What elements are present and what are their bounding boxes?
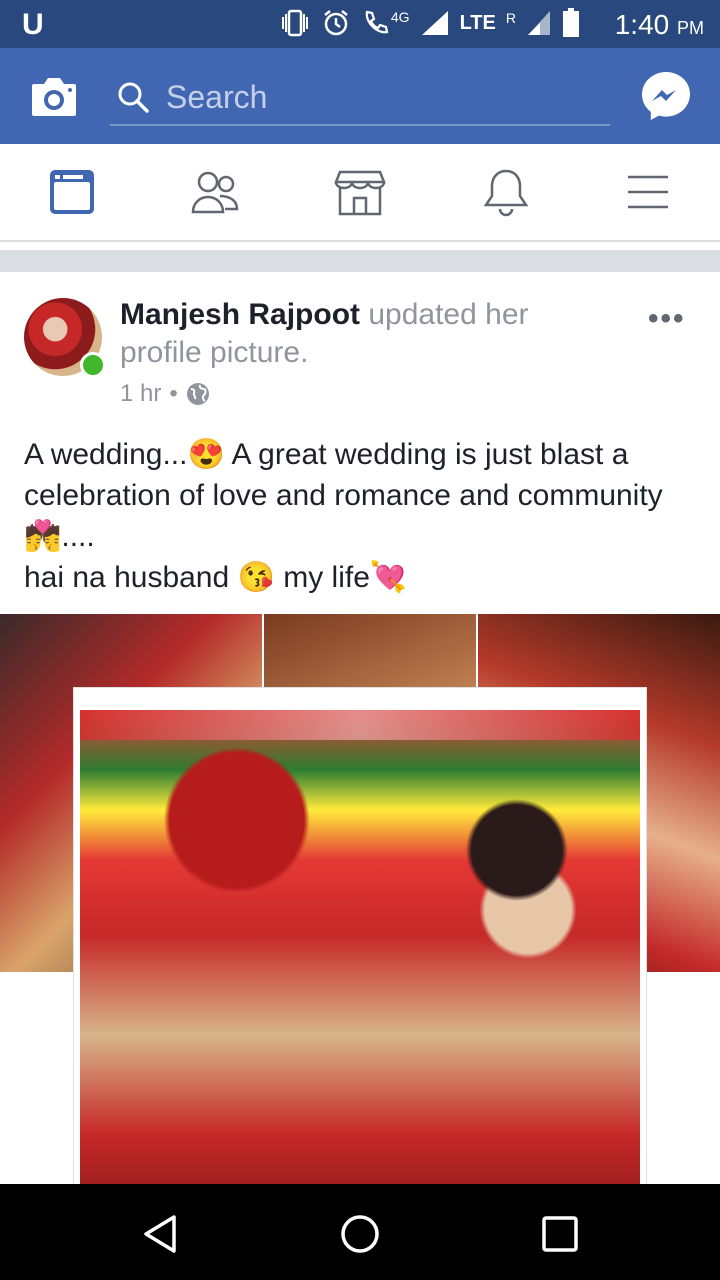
author-name[interactable]: Manjesh Rajpoot bbox=[120, 298, 360, 331]
globe-icon bbox=[186, 383, 209, 405]
post-text-line-1: A wedding...😍 A great wedding is just bl… bbox=[24, 438, 663, 553]
marketplace-icon bbox=[334, 170, 386, 216]
search-input[interactable] bbox=[164, 78, 588, 116]
clock-ampm: PM bbox=[677, 18, 704, 38]
news-feed-icon bbox=[50, 170, 94, 214]
profile-picture-photo bbox=[80, 710, 640, 1184]
status-icons: 4G LTE R bbox=[279, 8, 580, 38]
tab-bar bbox=[0, 144, 720, 242]
recents-button[interactable] bbox=[536, 1210, 584, 1258]
tab-notifications[interactable] bbox=[478, 166, 534, 218]
post-text-line-2: hai na husband 😘 my life💘 bbox=[24, 561, 408, 594]
vibrate-icon bbox=[281, 9, 308, 37]
back-icon bbox=[144, 1215, 176, 1253]
home-icon bbox=[341, 1215, 379, 1253]
hamburger-menu-icon bbox=[628, 175, 668, 209]
status-bar: U 4G LTE R 1:40 PM bbox=[0, 0, 720, 48]
tab-news-feed[interactable] bbox=[44, 166, 100, 218]
post-header: Manjesh Rajpoot updated her profile pict… bbox=[120, 296, 600, 372]
lte-label: LTE bbox=[459, 11, 496, 34]
bell-icon bbox=[483, 169, 529, 217]
post-body: A wedding...😍 A great wedding is just bl… bbox=[24, 434, 704, 598]
tab-marketplace[interactable] bbox=[332, 166, 388, 218]
app-header bbox=[0, 48, 720, 144]
search-icon bbox=[118, 82, 149, 113]
post-time[interactable]: 1 hr bbox=[120, 380, 161, 408]
back-button[interactable] bbox=[136, 1210, 184, 1258]
battery-icon bbox=[563, 8, 579, 37]
meta-separator: • bbox=[169, 380, 178, 407]
search-bar[interactable] bbox=[110, 70, 610, 126]
feed-post: Manjesh Rajpoot updated her profile pict… bbox=[0, 272, 720, 1184]
profile-picture-frame[interactable] bbox=[74, 688, 646, 1184]
tab-friends[interactable] bbox=[188, 166, 244, 218]
network-type-label: 4G bbox=[390, 9, 410, 25]
post-options-button[interactable]: ••• bbox=[648, 302, 686, 336]
call-icon bbox=[365, 10, 389, 34]
post-meta: 1 hr • bbox=[120, 380, 210, 408]
profile-picture-banner bbox=[80, 710, 640, 740]
system-nav-bar bbox=[0, 1184, 720, 1280]
home-button[interactable] bbox=[336, 1210, 384, 1258]
clock-time: 1:40 bbox=[614, 9, 670, 40]
signal-roaming-icon bbox=[528, 11, 550, 35]
friends-icon bbox=[191, 171, 239, 214]
photo-collage[interactable] bbox=[0, 614, 720, 1184]
roaming-label: R bbox=[505, 10, 516, 26]
camera-icon[interactable] bbox=[30, 74, 78, 118]
tab-menu[interactable] bbox=[620, 166, 676, 218]
messenger-icon[interactable] bbox=[640, 70, 692, 122]
recents-icon bbox=[542, 1216, 578, 1252]
signal-icon bbox=[421, 11, 448, 35]
carrier-icon: U bbox=[22, 8, 44, 41]
alarm-icon bbox=[324, 10, 348, 36]
online-status-dot bbox=[80, 352, 106, 378]
feed-divider bbox=[0, 250, 720, 272]
clock: 1:40 PM bbox=[615, 9, 704, 41]
